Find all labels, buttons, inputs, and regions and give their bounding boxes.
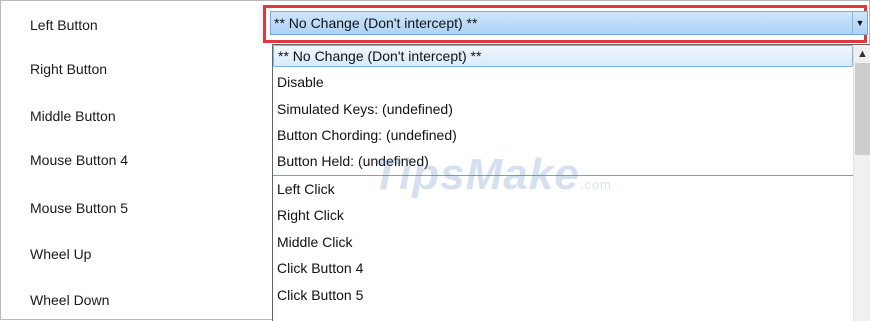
label-middle-button: Middle Button — [30, 108, 116, 124]
option-separator — [273, 175, 853, 176]
option-click-button-4[interactable]: Click Button 4 — [273, 258, 853, 280]
label-mouse-button-4: Mouse Button 4 — [30, 152, 129, 168]
option-left-click[interactable]: Left Click — [273, 179, 853, 201]
label-right-button: Right Button — [30, 61, 108, 77]
dropdown-options-list[interactable]: ** No Change (Don't intercept) ** Disabl… — [272, 44, 870, 321]
label-wheel-up: Wheel Up — [30, 246, 92, 262]
option-click-button-5[interactable]: Click Button 5 — [273, 285, 853, 307]
option-button-held[interactable]: Button Held: (undefined) — [273, 151, 853, 173]
left-button-action-dropdown[interactable]: ** No Change (Don't intercept) ** ▼ — [270, 11, 868, 35]
scrollbar-thumb[interactable] — [855, 63, 870, 155]
option-right-click[interactable]: Right Click — [273, 205, 853, 227]
label-mouse-button-5: Mouse Button 5 — [30, 200, 129, 216]
dropdown-arrow-icon[interactable]: ▼ — [852, 12, 867, 34]
label-wheel-down: Wheel Down — [30, 292, 110, 308]
dropdown-selected-value: ** No Change (Don't intercept) ** — [274, 15, 478, 31]
label-left-button: Left Button — [30, 17, 98, 33]
option-button-chording[interactable]: Button Chording: (undefined) — [273, 125, 853, 147]
option-simulated-keys[interactable]: Simulated Keys: (undefined) — [273, 99, 853, 121]
option-no-change[interactable]: ** No Change (Don't intercept) ** — [273, 45, 853, 67]
scroll-up-arrow-icon[interactable]: ▲ — [854, 45, 870, 63]
option-middle-click[interactable]: Middle Click — [273, 232, 853, 254]
list-scrollbar[interactable]: ▲ — [853, 45, 870, 321]
option-disable[interactable]: Disable — [273, 72, 853, 94]
